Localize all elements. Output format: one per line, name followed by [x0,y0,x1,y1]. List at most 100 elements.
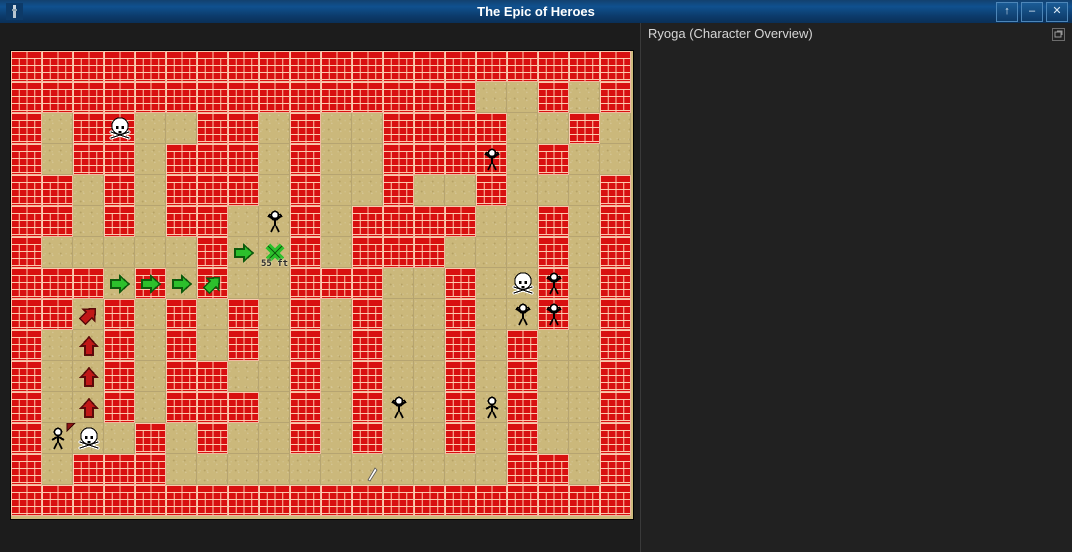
map-tile-floor[interactable] [569,206,600,237]
restore-window-icon[interactable] [1052,28,1065,41]
map-tile-floor[interactable] [321,113,352,144]
map-tile-floor[interactable] [414,299,445,330]
map-tile-floor[interactable] [507,237,538,268]
map-tile-floor[interactable] [507,82,538,113]
map-tile-floor[interactable] [414,330,445,361]
map-tile-floor[interactable] [259,361,290,392]
map-tile-floor[interactable] [259,330,290,361]
map-tile-floor[interactable] [73,361,104,392]
map-tile-floor[interactable] [104,423,135,454]
map-tile-floor[interactable] [507,144,538,175]
map-tile-floor[interactable] [538,361,569,392]
map-tile-floor[interactable] [135,299,166,330]
map-tile-floor[interactable] [414,454,445,485]
map-tile-floor[interactable] [476,361,507,392]
map-tile-floor[interactable] [228,206,259,237]
map-tile-floor[interactable] [569,454,600,485]
map-tile-floor[interactable] [476,299,507,330]
map-tile-floor[interactable] [321,144,352,175]
map-tile-floor[interactable] [321,237,352,268]
map-tile-floor[interactable] [197,299,228,330]
map-tile-floor[interactable] [538,330,569,361]
map-tile-floor[interactable] [166,113,197,144]
map-tile-floor[interactable] [352,113,383,144]
map-tile-floor[interactable] [569,237,600,268]
map-tile-floor[interactable] [476,237,507,268]
map-tile-floor[interactable] [507,268,538,299]
map-tile-floor[interactable] [135,144,166,175]
map-tile-floor[interactable] [569,299,600,330]
map-tile-floor[interactable] [321,361,352,392]
map-tile-floor[interactable] [476,268,507,299]
map-tile-floor[interactable] [600,144,631,175]
map-tile-floor[interactable] [321,175,352,206]
map-tile-floor[interactable] [321,454,352,485]
map-tile-floor[interactable] [569,144,600,175]
map-tile-floor[interactable] [135,330,166,361]
map-tile-floor[interactable] [259,423,290,454]
map-tile-floor[interactable] [476,82,507,113]
map-tile-floor[interactable] [321,206,352,237]
map-tile-floor[interactable] [352,175,383,206]
maximize-button[interactable]: ↑ [996,2,1018,22]
map-tile-floor[interactable] [538,423,569,454]
map-tile-floor[interactable] [476,330,507,361]
map-tile-floor[interactable] [259,175,290,206]
map-tile-floor[interactable] [321,330,352,361]
map-tile-floor[interactable] [166,237,197,268]
map-tile-floor[interactable] [383,299,414,330]
map-tile-floor[interactable] [228,361,259,392]
map-tile-floor[interactable] [73,423,104,454]
map-tile-floor[interactable] [445,237,476,268]
map-tile-floor[interactable] [476,392,507,423]
map-tile-floor[interactable] [104,268,135,299]
map-tile-floor[interactable] [259,237,290,268]
map-tile-floor[interactable] [476,423,507,454]
map-tile-floor[interactable] [352,454,383,485]
map-tile-floor[interactable] [259,454,290,485]
map-tile-floor[interactable] [569,268,600,299]
map-tile-floor[interactable] [135,237,166,268]
minimize-button[interactable]: – [1021,2,1043,22]
map-tile-floor[interactable] [135,392,166,423]
map-tile-floor[interactable] [42,423,73,454]
map-tile-floor[interactable] [166,268,197,299]
map-tile-floor[interactable] [42,113,73,144]
map-tile-floor[interactable] [135,175,166,206]
map-tile-floor[interactable] [383,330,414,361]
map-tile-floor[interactable] [569,175,600,206]
map-tile-floor[interactable] [104,237,135,268]
dungeon-map[interactable]: 55 ft [11,51,633,519]
close-button[interactable]: ✕ [1046,2,1068,22]
map-tile-floor[interactable] [507,175,538,206]
map-tile-floor[interactable] [42,361,73,392]
map-tile-floor[interactable] [259,206,290,237]
map-tile-floor[interactable] [383,423,414,454]
map-tile-floor[interactable] [228,454,259,485]
map-tile-floor[interactable] [228,423,259,454]
map-tile-floor[interactable] [259,299,290,330]
map-tile-floor[interactable] [42,454,73,485]
map-tile-floor[interactable] [73,237,104,268]
map-tile-floor[interactable] [414,423,445,454]
map-tile-floor[interactable] [228,268,259,299]
map-tile-floor[interactable] [569,423,600,454]
map-tile-floor[interactable] [476,454,507,485]
map-tile-floor[interactable] [197,330,228,361]
map-tile-floor[interactable] [321,392,352,423]
map-tile-floor[interactable] [414,361,445,392]
map-tile-floor[interactable] [135,206,166,237]
map-tile-floor[interactable] [135,113,166,144]
map-tile-floor[interactable] [569,392,600,423]
map-tile-floor[interactable] [538,175,569,206]
map-tile-floor[interactable] [414,268,445,299]
map-tile-floor[interactable] [73,206,104,237]
map-tile-floor[interactable] [73,299,104,330]
map-tile-floor[interactable] [166,423,197,454]
map-tile-floor[interactable] [569,330,600,361]
map-tile-floor[interactable] [73,175,104,206]
map-tile-floor[interactable] [538,113,569,144]
map-tile-floor[interactable] [383,454,414,485]
map-tile-floor[interactable] [476,206,507,237]
map-tile-floor[interactable] [42,144,73,175]
